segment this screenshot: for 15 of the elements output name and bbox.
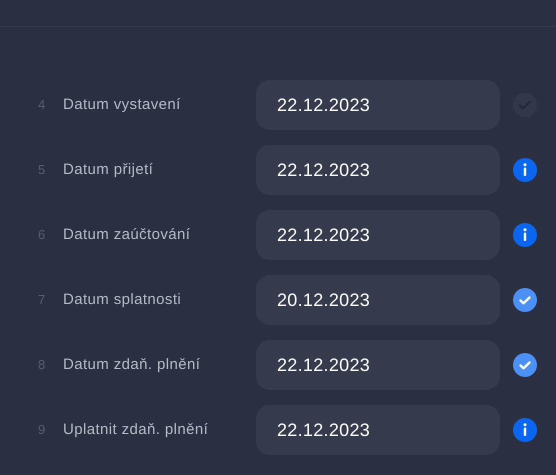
date-field[interactable]: 22.12.2023 (256, 80, 500, 130)
field-label: Datum splatnosti (63, 290, 182, 310)
date-field[interactable]: 22.12.2023 (256, 405, 500, 455)
date-field[interactable]: 20.12.2023 (256, 275, 500, 325)
info-icon[interactable] (513, 158, 537, 182)
field-label: Datum přijetí (63, 160, 154, 180)
date-field[interactable]: 22.12.2023 (256, 340, 500, 390)
date-field[interactable]: 22.12.2023 (256, 210, 500, 260)
date-field[interactable]: 22.12.2023 (256, 145, 500, 195)
info-icon[interactable] (513, 223, 537, 247)
info-icon[interactable] (513, 418, 537, 442)
field-label: Uplatnit zdaň. plnění (63, 420, 208, 440)
field-label: Datum zaúčtování (63, 225, 190, 245)
field-label: Datum vystavení (63, 95, 181, 115)
field-label: Datum zdaň. plnění (63, 355, 200, 375)
